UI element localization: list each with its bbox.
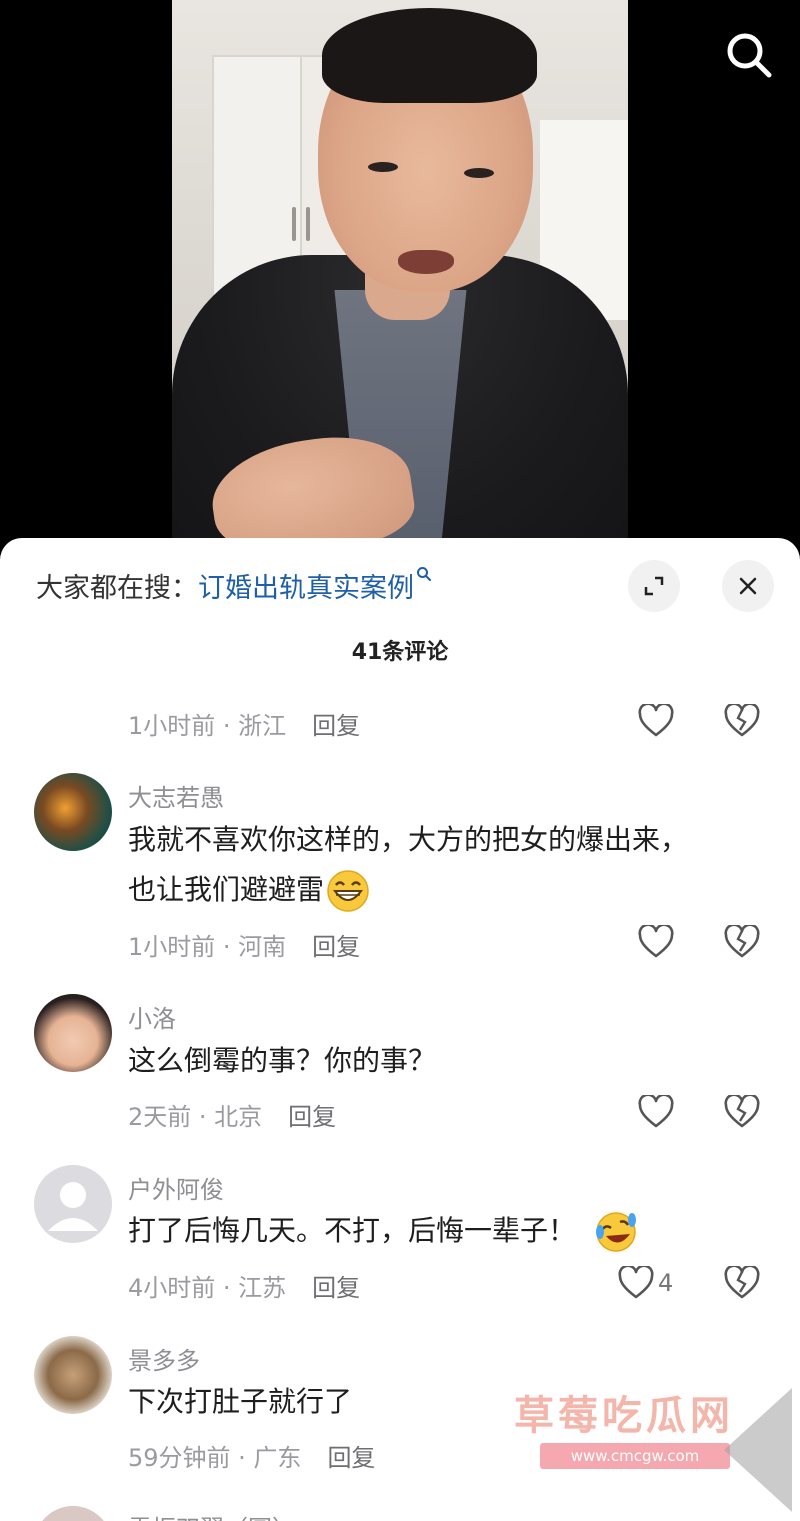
heart-outline-icon[interactable]	[618, 1266, 654, 1300]
video-person-eye	[464, 168, 494, 178]
avatar[interactable]	[34, 1506, 112, 1521]
grin-emoji-icon	[327, 870, 369, 912]
watermark-url: www.cmcgw.com	[540, 1443, 730, 1469]
broken-heart-icon[interactable]	[724, 1095, 760, 1129]
like-count: 4	[658, 1269, 674, 1297]
comment-username[interactable]: 小洛	[128, 999, 176, 1034]
comment-meta: 2天前 · 北京 回复	[128, 1103, 337, 1131]
search-button[interactable]	[722, 28, 776, 82]
comment-time: 1小时前	[128, 933, 216, 961]
reply-button[interactable]: 回复	[312, 933, 360, 961]
expand-button[interactable]	[628, 560, 680, 612]
video-person-eye	[368, 162, 398, 172]
heart-outline-icon[interactable]	[638, 1095, 674, 1129]
comment-username[interactable]: 雪振双翼（圆）	[128, 1509, 296, 1521]
comment-location: 广东	[253, 1444, 302, 1472]
avatar[interactable]	[34, 773, 112, 851]
comment-username[interactable]: 大志若愚	[128, 778, 224, 813]
comment-text: 这么倒霉的事？你的事？	[128, 1044, 437, 1077]
search-icon	[727, 33, 772, 78]
comment-username[interactable]: 户外阿俊	[128, 1170, 224, 1205]
comment-time: 1小时前	[128, 712, 216, 740]
broken-heart-icon[interactable]	[724, 1266, 760, 1300]
search-suggestion-prefix: 大家都在搜：	[36, 573, 198, 604]
close-icon	[739, 577, 757, 595]
comment-location: 河南	[238, 933, 287, 961]
search-suggestion[interactable]: 大家都在搜：订婚出轨真实案例	[36, 566, 432, 605]
reply-button[interactable]: 回复	[288, 1103, 336, 1131]
avatar[interactable]	[34, 1336, 112, 1414]
avatar[interactable]	[34, 994, 112, 1072]
comment-location: 北京	[214, 1103, 263, 1131]
video-person-hair	[322, 8, 537, 103]
comment-meta: 4小时前 · 江苏 回复	[128, 1274, 361, 1302]
reply-button[interactable]: 回复	[312, 1274, 360, 1302]
heart-outline-icon[interactable]	[638, 925, 674, 959]
broken-heart-icon[interactable]	[724, 704, 760, 738]
comment-count-title: 41条评论	[351, 640, 449, 665]
comment-text: 也让我们避避雷	[128, 873, 325, 906]
comment-text: 打了后悔几天。不打，后悔一辈子！	[128, 1214, 577, 1247]
watermark-triangle-icon	[724, 1388, 792, 1512]
comment-meta: 1小时前 · 浙江 回复	[128, 712, 361, 740]
comment-text: 下次打肚子就行了	[128, 1385, 353, 1418]
reply-button[interactable]: 回复	[327, 1444, 375, 1472]
comment-time: 4小时前	[128, 1274, 216, 1302]
search-icon	[417, 567, 431, 581]
comment-text-line: 也让我们避避雷	[128, 867, 370, 913]
comment-meta: 59分钟前 · 广东 回复	[128, 1444, 376, 1472]
comment-time: 2天前	[128, 1103, 192, 1131]
close-button[interactable]	[722, 560, 774, 612]
reply-button[interactable]: 回复	[312, 712, 360, 740]
comment-meta: 1小时前 · 河南 回复	[128, 933, 361, 961]
avatar[interactable]	[34, 1165, 112, 1243]
comment-location: 江苏	[238, 1274, 287, 1302]
rofl-emoji-icon	[596, 1212, 637, 1252]
comment-sheet: 大家都在搜：订婚出轨真实案例 41条评论 1小时前 · 浙江 回复 大志若愚 我…	[0, 538, 800, 1521]
comment-text: 我就不喜欢你这样的，大方的把女的爆出来，	[128, 823, 689, 856]
watermark-text: 草莓吃瓜网	[514, 1393, 734, 1439]
broken-heart-icon[interactable]	[724, 925, 760, 959]
search-suggestion-keyword[interactable]: 订婚出轨真实案例	[198, 573, 414, 604]
expand-icon	[644, 576, 664, 596]
video-person-mouth	[398, 250, 454, 274]
video-player[interactable]	[0, 0, 800, 564]
comment-location: 浙江	[238, 712, 287, 740]
comment-text-line: 打了后悔几天。不打，后悔一辈子！	[128, 1208, 638, 1254]
comment-time: 59分钟前	[128, 1444, 231, 1472]
comment-username[interactable]: 景多多	[128, 1341, 200, 1376]
default-avatar-icon	[48, 1182, 98, 1231]
heart-outline-icon[interactable]	[638, 704, 674, 738]
